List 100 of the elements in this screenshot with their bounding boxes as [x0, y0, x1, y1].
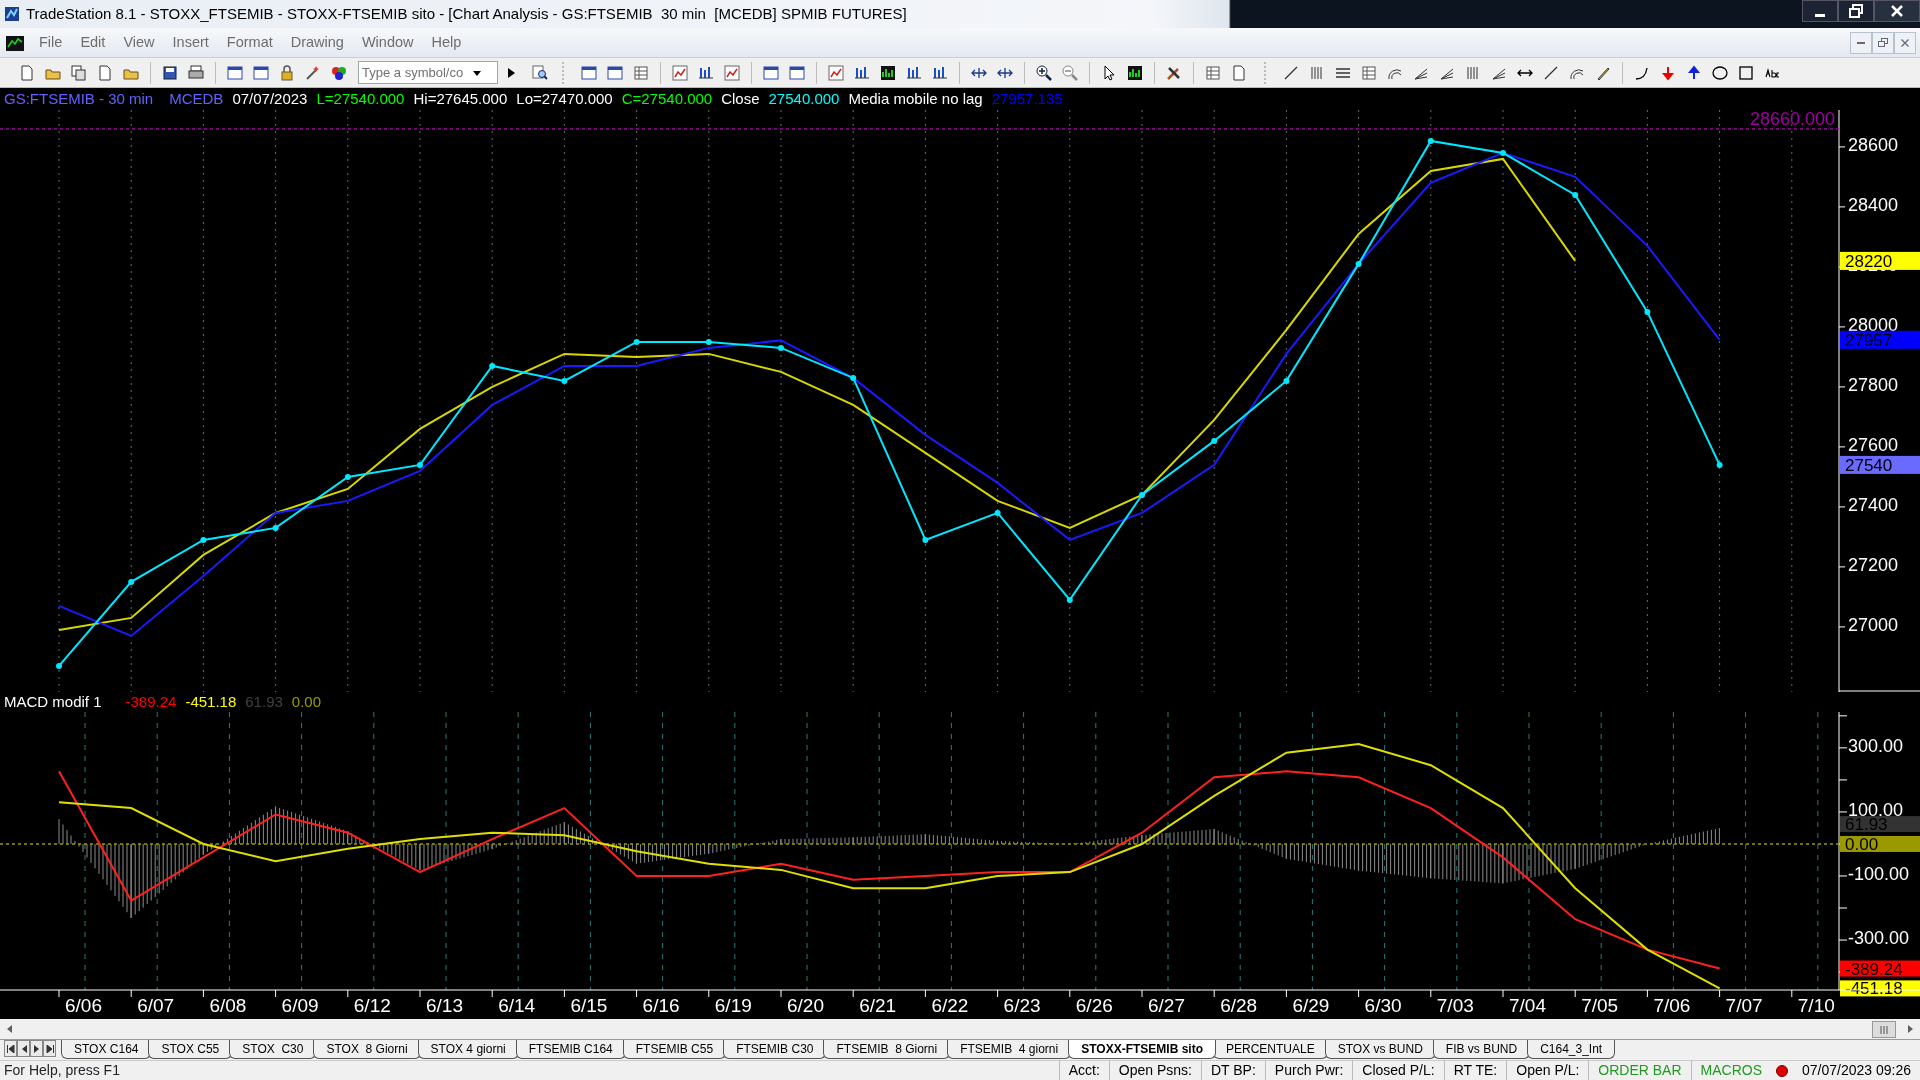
chart-info-text: 27540.000 [768, 88, 840, 109]
close-button[interactable] [1874, 0, 1920, 22]
data-point [994, 509, 1001, 516]
table-icon[interactable] [1361, 64, 1377, 81]
chart-icon[interactable] [724, 64, 740, 81]
chart-icon[interactable] [828, 64, 844, 81]
lock-icon[interactable] [279, 64, 295, 81]
window-icon[interactable] [789, 64, 805, 81]
date-label: 6/13 [426, 995, 463, 1016]
scrollbar-thumb[interactable] [1872, 1020, 1896, 1038]
zoom-in-icon[interactable] [1036, 64, 1052, 81]
chart-icon[interactable] [672, 64, 688, 81]
date-label: 6/22 [931, 995, 969, 1016]
minimize-icon [1815, 13, 1825, 17]
trendline-icon[interactable] [1543, 64, 1559, 81]
sheet-tab[interactable]: C164_3_Int [1527, 1040, 1616, 1059]
bars-icon[interactable] [698, 64, 714, 81]
data-point [561, 377, 568, 384]
pointer-icon[interactable] [1101, 64, 1117, 81]
first-button[interactable] [4, 1040, 17, 1057]
document-icon[interactable] [97, 64, 113, 81]
search-icon[interactable] [532, 64, 548, 81]
sheet-tab[interactable]: FTSEMIB C30 [723, 1040, 827, 1059]
restore-button[interactable] [1838, 0, 1874, 22]
document-icon[interactable] [1231, 64, 1247, 81]
last-button[interactable] [43, 1040, 56, 1057]
chart-info-text: L=27540.000 [316, 88, 405, 109]
axis-label: 27400 [1848, 494, 1899, 515]
dots-icon[interactable] [331, 64, 347, 81]
menu-item[interactable]: File [30, 31, 72, 54]
bars-icon[interactable] [906, 64, 922, 81]
copy-icon[interactable] [71, 64, 87, 81]
symbol-field[interactable]: Type a symbol/co [358, 61, 498, 84]
bars-icon[interactable] [854, 64, 870, 81]
reference-line-label: 28660.000 [1749, 110, 1835, 129]
axis-label: 27200 [1848, 554, 1899, 575]
window-icon[interactable] [763, 64, 779, 81]
sheet-tab[interactable]: STOX vs BUND [1324, 1040, 1436, 1059]
down-arrow-icon[interactable] [1660, 64, 1676, 81]
menu-item[interactable]: View [114, 31, 164, 54]
indicator-text: 61.93 [245, 691, 283, 712]
vertical-lines-icon[interactable] [1465, 64, 1481, 81]
data-point [1283, 377, 1290, 384]
window-icon[interactable] [227, 64, 243, 81]
date-label: 6/16 [642, 995, 680, 1016]
indicator-text: MACD modif 1 [4, 691, 102, 712]
table-icon[interactable] [1205, 64, 1221, 81]
sheet-tab[interactable]: STOX 8 Giorni [313, 1040, 421, 1059]
menu-item[interactable]: Format [217, 31, 282, 54]
up-arrow-icon[interactable] [1686, 64, 1702, 81]
date-label: 7/03 [1436, 995, 1474, 1016]
save-icon[interactable] [162, 64, 178, 81]
document-icon[interactable] [19, 64, 35, 81]
previous-button[interactable] [17, 1040, 30, 1057]
table-icon[interactable] [633, 64, 649, 81]
date-label: 6/20 [787, 995, 824, 1016]
minimize-button[interactable] [1802, 0, 1838, 22]
zoom-out-icon[interactable] [1062, 64, 1078, 81]
bar-chart-icon[interactable] [880, 64, 896, 81]
menu-item[interactable]: Edit [71, 31, 115, 54]
sheet-tab[interactable]: STOXX-FTSEMIB sito [1068, 1040, 1216, 1059]
menu-item[interactable]: Drawing [281, 31, 353, 54]
data-point [1211, 437, 1218, 444]
mdi-restore-button[interactable] [1872, 31, 1894, 54]
print-icon[interactable] [188, 64, 204, 81]
status-dot-icon [1775, 1063, 1789, 1078]
status-field: Acct: [1058, 1060, 1109, 1080]
menu-item[interactable]: Help [422, 31, 471, 54]
axis-label: -100.00 [1848, 864, 1910, 884]
sheet-tab[interactable]: STOX 4 giorni [417, 1040, 519, 1059]
value-marker: 0.00 [1840, 834, 1920, 854]
bars-icon[interactable] [932, 64, 948, 81]
menu-item[interactable]: Window [352, 31, 423, 54]
chart-info-text: MCEDB [169, 88, 224, 109]
wand-icon[interactable] [305, 64, 321, 81]
mdi-close-button[interactable] [1894, 31, 1916, 54]
chart-app-icon [6, 34, 24, 51]
date-label: 7/10 [1797, 995, 1835, 1016]
sheet-tab[interactable]: FTSEMIB C164 [515, 1040, 626, 1059]
tools-icon[interactable] [1166, 64, 1182, 81]
bar-chart-icon[interactable] [1127, 64, 1143, 81]
menu-item[interactable]: Insert [163, 31, 218, 54]
data-point [922, 536, 929, 543]
window-icon[interactable] [607, 64, 623, 81]
trendline-icon[interactable] [1283, 64, 1299, 81]
rectangle-icon[interactable] [1738, 64, 1754, 81]
data-point [489, 362, 496, 369]
date-label: 6/23 [1003, 995, 1041, 1016]
ellipse-icon[interactable] [1712, 64, 1728, 81]
vertical-lines-icon[interactable] [1309, 64, 1325, 81]
window-icon[interactable] [253, 64, 269, 81]
close-icon [1901, 38, 1909, 47]
axis-label: 27600 [1848, 434, 1899, 455]
status-field: DT BP: [1200, 1060, 1265, 1080]
date-label: 6/08 [209, 995, 247, 1016]
next-button[interactable] [30, 1040, 43, 1057]
axis-label: 28600 [1848, 134, 1899, 155]
data-point [1427, 137, 1434, 144]
window-icon[interactable] [581, 64, 597, 81]
mdi-minimize-button[interactable] [1850, 31, 1872, 54]
